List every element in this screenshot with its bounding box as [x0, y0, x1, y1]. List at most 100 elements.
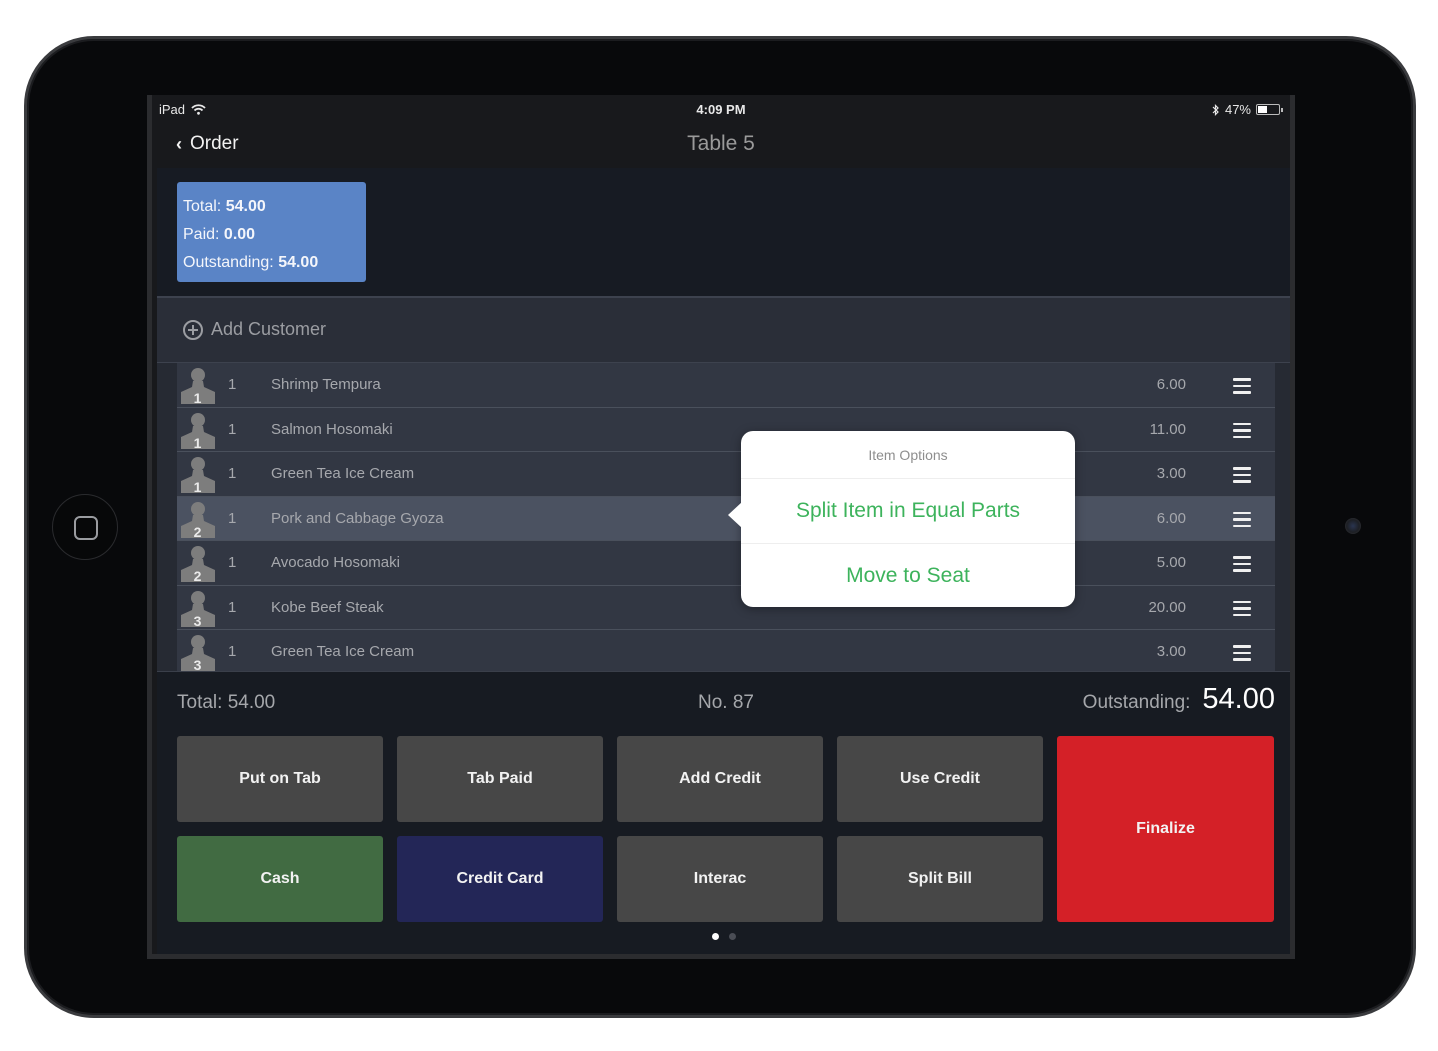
use-credit-button[interactable]: Use Credit [837, 736, 1043, 822]
seat-number: 2 [193, 523, 202, 540]
hamburger-menu-icon[interactable] [1233, 511, 1251, 528]
item-options-popover: Item Options Split Item in Equal Parts M… [728, 431, 1075, 607]
order-item-row[interactable]: 1 1 Shrimp Tempura 6.00 [177, 363, 1275, 408]
navigation-bar: ‹ Order Table 5 [152, 123, 1290, 168]
seat-person-icon: 2 [179, 544, 216, 584]
totals-bar: Total: 54.00 No. 87 Outstanding: 54.00 [157, 671, 1290, 731]
credit-card-button[interactable]: Credit Card [397, 836, 603, 922]
item-price: 3.00 [1156, 465, 1186, 482]
interac-button[interactable]: Interac [617, 836, 823, 922]
outstanding-value: 54.00 [1202, 683, 1275, 715]
item-quantity: 1 [228, 643, 237, 660]
battery-percent: 47% [1224, 102, 1251, 117]
order-item-row[interactable]: 2 1 Pork and Cabbage Gyoza 6.00 [177, 496, 1275, 541]
page-dot[interactable] [712, 933, 719, 940]
split-bill-button[interactable]: Split Bill [837, 836, 1043, 922]
item-quantity: 1 [228, 509, 237, 527]
order-item-row[interactable]: 3 1 Kobe Beef Steak 20.00 [177, 585, 1275, 630]
split-item-option[interactable]: Split Item in Equal Parts [741, 479, 1075, 543]
seat-number: 1 [193, 479, 202, 495]
item-quantity: 1 [228, 376, 237, 393]
item-price: 20.00 [1148, 598, 1186, 616]
bluetooth-icon [1212, 103, 1219, 116]
status-bar: iPad 4:09 PM 47% [152, 95, 1290, 123]
summary-area: Total: 54.00 Paid: 0.00 Outstanding: 54.… [157, 168, 1290, 296]
item-price: 3.00 [1156, 643, 1186, 660]
bill-summary-card[interactable]: Total: 54.00 Paid: 0.00 Outstanding: 54.… [177, 182, 366, 282]
hamburger-menu-icon[interactable] [1233, 467, 1251, 483]
item-quantity: 1 [228, 598, 237, 616]
popover-arrow [728, 502, 742, 528]
seat-person-icon: 1 [179, 411, 216, 451]
screen: iPad 4:09 PM 47% ‹ Order Table 5 Total: … [147, 95, 1295, 959]
summary-outstanding-label: Outstanding: [183, 254, 274, 271]
summary-paid: Paid: 0.00 [183, 221, 366, 249]
hamburger-menu-icon[interactable] [1233, 600, 1251, 617]
tab-paid-button[interactable]: Tab Paid [397, 736, 603, 822]
item-name: Kobe Beef Steak [271, 598, 384, 616]
page-indicator[interactable] [712, 933, 736, 940]
home-button[interactable] [52, 494, 118, 560]
item-name: Green Tea Ice Cream [271, 465, 415, 482]
hamburger-menu-icon[interactable] [1233, 378, 1251, 394]
order-item-row[interactable]: 2 1 Avocado Hosomaki 5.00 [177, 541, 1275, 586]
battery-fill [1258, 106, 1268, 113]
popover-title: Item Options [741, 431, 1075, 479]
item-name: Pork and Cabbage Gyoza [271, 509, 444, 527]
item-price: 11.00 [1149, 420, 1186, 438]
order-item-row[interactable]: 3 1 Green Tea Ice Cream 3.00 [177, 630, 1275, 675]
plus-circle-icon [183, 319, 203, 340]
item-price: 5.00 [1156, 554, 1186, 571]
item-quantity: 1 [228, 554, 237, 571]
hamburger-menu-icon[interactable] [1233, 556, 1251, 572]
summary-outstanding: Outstanding: 54.00 [183, 249, 366, 277]
move-to-seat-option[interactable]: Move to Seat [741, 543, 1075, 607]
page-dot[interactable] [729, 933, 736, 940]
payment-actions: Put on Tab Tab Paid Add Credit Use Credi… [157, 731, 1290, 954]
item-quantity: 1 [228, 420, 237, 438]
hamburger-menu-icon[interactable] [1233, 645, 1251, 661]
item-name: Avocado Hosomaki [271, 554, 400, 571]
seat-person-icon: 3 [179, 633, 216, 673]
outstanding-amount: Outstanding: 54.00 [1083, 683, 1275, 716]
item-name: Salmon Hosomaki [271, 420, 393, 438]
order-items-area: 1 1 Shrimp Tempura 6.00 1 1 Salmon Hosom… [157, 363, 1290, 675]
finalize-button[interactable]: Finalize [1057, 736, 1274, 922]
add-customer-button[interactable]: Add Customer [183, 319, 326, 340]
item-name: Shrimp Tempura [271, 376, 381, 393]
seat-person-icon: 3 [179, 589, 216, 629]
order-item-row[interactable]: 1 1 Green Tea Ice Cream 3.00 [177, 452, 1275, 497]
seat-person-icon: 2 [179, 500, 216, 540]
seat-number: 1 [193, 434, 202, 451]
seat-number: 1 [193, 390, 202, 406]
item-price: 6.00 [1156, 376, 1186, 393]
seat-person-icon: 1 [179, 455, 216, 495]
seat-number: 2 [193, 568, 202, 584]
summary-paid-label: Paid: [183, 226, 220, 243]
add-customer-row: Add Customer [157, 296, 1290, 363]
camera-icon [1345, 518, 1361, 534]
page-title: Table 5 [687, 132, 755, 155]
seat-number: 3 [193, 612, 202, 629]
home-square-icon [74, 516, 98, 540]
hamburger-menu-icon[interactable] [1233, 422, 1251, 439]
outstanding-label: Outstanding: [1082, 692, 1191, 713]
summary-total-label: Total: [183, 198, 222, 215]
summary-paid-value: 0.00 [223, 226, 256, 243]
add-customer-label: Add Customer [211, 319, 327, 339]
add-credit-button[interactable]: Add Credit [617, 736, 823, 822]
item-price: 6.00 [1156, 509, 1186, 527]
order-item-row[interactable]: 1 1 Salmon Hosomaki 11.00 [177, 407, 1275, 452]
battery-tip [1281, 108, 1283, 112]
seat-person-icon: 1 [179, 366, 216, 406]
order-items-list[interactable]: 1 1 Shrimp Tempura 6.00 1 1 Salmon Hosom… [177, 363, 1275, 675]
cash-button[interactable]: Cash [177, 836, 383, 922]
item-name: Green Tea Ice Cream [271, 643, 415, 660]
summary-total: Total: 54.00 [183, 193, 366, 221]
battery-icon [1256, 104, 1283, 115]
item-quantity: 1 [228, 465, 237, 482]
summary-outstanding-value: 54.00 [278, 254, 319, 271]
put-on-tab-button[interactable]: Put on Tab [177, 736, 383, 822]
summary-total-value: 54.00 [225, 198, 266, 215]
status-time: 4:09 PM [696, 102, 746, 117]
